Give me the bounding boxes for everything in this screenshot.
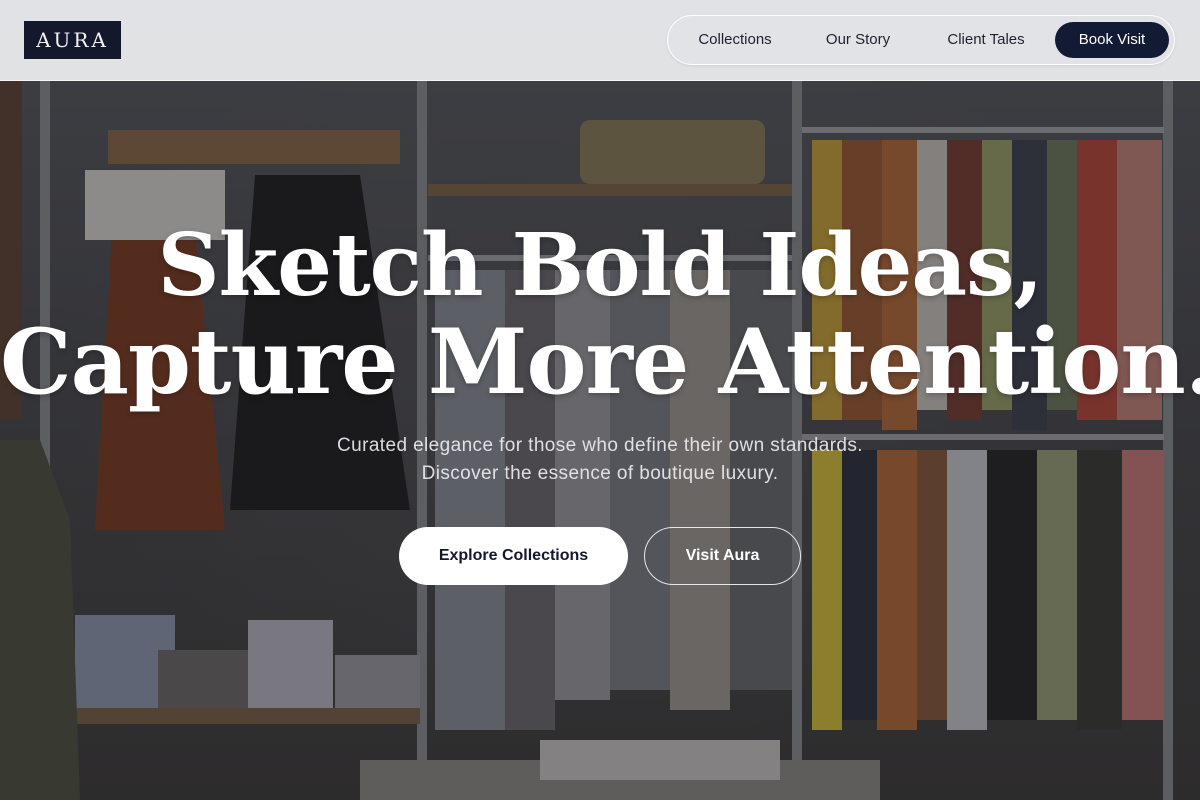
nav-link-our-story[interactable]: Our Story (810, 22, 906, 58)
subtitle-line-2: Discover the essence of boutique luxury. (421, 463, 779, 484)
main-nav: Collections Our Story Client Tales Book … (667, 15, 1175, 65)
nav-link-collections[interactable]: Collections (686, 22, 784, 58)
hero-subtitle: Curated elegance for those who define th… (0, 432, 1200, 488)
hero-headline: Sketch Bold Ideas, Capture More Attentio… (0, 215, 1200, 415)
aura-logo[interactable]: AURA (24, 21, 121, 59)
subtitle-line-1: Curated elegance for those who define th… (337, 435, 863, 456)
book-visit-button[interactable]: Book Visit (1055, 22, 1169, 58)
headline-line-1: Sketch Bold Ideas, (157, 215, 1044, 316)
site-header: AURA Collections Our Story Client Tales … (0, 0, 1200, 81)
nav-link-client-tales[interactable]: Client Tales (934, 22, 1038, 58)
explore-collections-button[interactable]: Explore Collections (399, 527, 628, 585)
headline-line-2: Capture More Attention. (0, 309, 1200, 415)
hero-section: AURA Collections Our Story Client Tales … (0, 0, 1200, 800)
visit-aura-button[interactable]: Visit Aura (644, 527, 801, 585)
